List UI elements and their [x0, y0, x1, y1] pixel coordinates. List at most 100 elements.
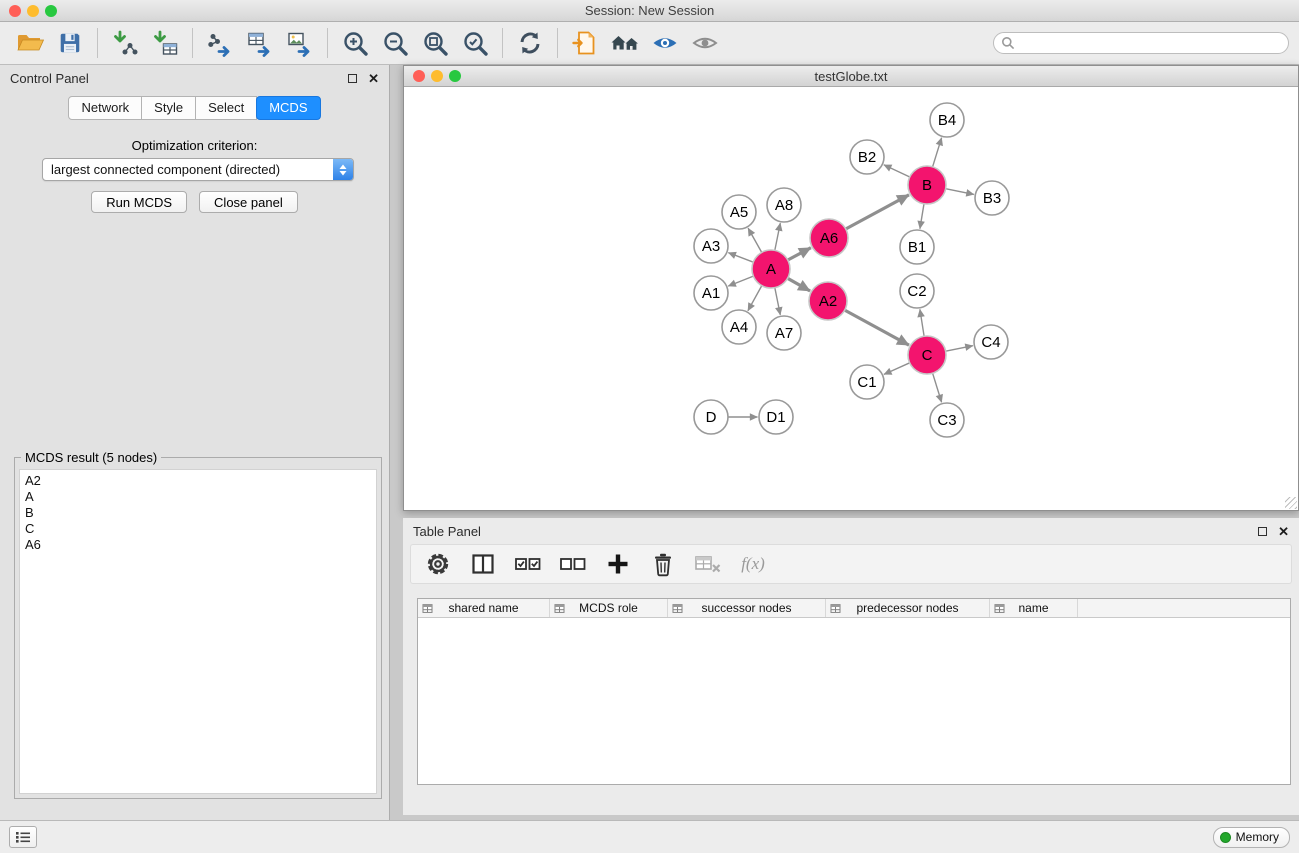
refresh-icon[interactable]	[510, 25, 550, 61]
float-panel-icon[interactable]	[348, 74, 357, 83]
run-mcds-button[interactable]: Run MCDS	[91, 191, 187, 213]
graph-node-C1[interactable]: C1	[850, 365, 884, 399]
graph-node-A2[interactable]: A2	[809, 282, 847, 320]
mcds-result-list[interactable]: A2ABCA6	[19, 469, 377, 794]
column-header-name[interactable]: name	[990, 599, 1078, 617]
column-header-predecessor-nodes[interactable]: predecessor nodes	[826, 599, 990, 617]
graph-node-C4[interactable]: C4	[974, 325, 1008, 359]
graph-edge-B-B2[interactable]	[884, 165, 910, 177]
task-history-button[interactable]	[9, 826, 37, 848]
mcds-result-item[interactable]: A2	[25, 473, 376, 489]
graph-node-C[interactable]: C	[908, 336, 946, 374]
function-builder-icon[interactable]: f(x)	[738, 549, 768, 579]
tab-network[interactable]: Network	[68, 96, 142, 120]
graph-edge-C-C2[interactable]	[920, 309, 924, 336]
column-header-shared-name[interactable]: shared name	[418, 599, 550, 617]
zoom-selected-icon[interactable]	[455, 25, 495, 61]
table-settings-icon[interactable]	[423, 549, 453, 579]
graph-node-A1[interactable]: A1	[694, 276, 728, 310]
mcds-result-item[interactable]: C	[25, 521, 376, 537]
graph-node-C2[interactable]: C2	[900, 274, 934, 308]
select-all-icon[interactable]	[513, 549, 543, 579]
graph-node-D1[interactable]: D1	[759, 400, 793, 434]
add-row-icon[interactable]	[603, 549, 633, 579]
graph-node-B1[interactable]: B1	[900, 230, 934, 264]
session-doc-icon[interactable]	[565, 25, 605, 61]
zoom-window-button[interactable]	[45, 5, 57, 17]
delete-rows-icon[interactable]	[648, 549, 678, 579]
graph-node-B3[interactable]: B3	[975, 181, 1009, 215]
graph-edge-C-C4[interactable]	[946, 346, 973, 352]
zoom-fit-icon[interactable]	[415, 25, 455, 61]
graph-node-A8[interactable]: A8	[767, 188, 801, 222]
graph-node-B2[interactable]: B2	[850, 140, 884, 174]
graph-edge-A-A8[interactable]	[775, 223, 781, 250]
graph-edge-A-A1[interactable]	[728, 276, 753, 286]
graphics-details-icon[interactable]	[645, 25, 685, 61]
import-table-icon[interactable]	[145, 25, 185, 61]
graph-edge-A2-C[interactable]	[845, 310, 909, 345]
delete-table-icon[interactable]	[693, 549, 723, 579]
memory-button[interactable]: Memory	[1213, 827, 1290, 848]
eye-icon[interactable]	[685, 25, 725, 61]
save-session-icon[interactable]	[50, 25, 90, 61]
search-input[interactable]	[993, 32, 1289, 54]
column-header-MCDS-role[interactable]: MCDS role	[550, 599, 668, 617]
close-panel-button[interactable]: Close panel	[199, 191, 298, 213]
graph-node-C3[interactable]: C3	[930, 403, 964, 437]
refresh-glyph	[516, 29, 544, 57]
export-table-icon[interactable]	[240, 25, 280, 61]
zoom-network-window-button[interactable]	[449, 70, 461, 82]
tab-select[interactable]: Select	[195, 96, 257, 120]
network-canvas[interactable]: B4 B2 B B3 A5 A8 A6 B1 A3 A C2 A1 A2 A4 A7 C C4 C1 C3 D D1	[404, 88, 1298, 510]
mcds-result-item[interactable]: A6	[25, 537, 376, 553]
graph-edge-A-A3[interactable]	[728, 253, 753, 263]
tab-mcds[interactable]: MCDS	[256, 96, 320, 120]
home-icon[interactable]	[605, 25, 645, 61]
tab-style[interactable]: Style	[141, 96, 196, 120]
graph-node-A5[interactable]: A5	[722, 195, 756, 229]
show-columns-icon[interactable]	[468, 549, 498, 579]
graph-node-A4[interactable]: A4	[722, 310, 756, 344]
graph-edge-A-A5[interactable]	[748, 228, 762, 252]
close-table-panel-icon[interactable]: ✕	[1278, 525, 1289, 538]
graph-node-B[interactable]: B	[908, 166, 946, 204]
export-network-icon[interactable]	[200, 25, 240, 61]
graph-node-A3[interactable]: A3	[694, 229, 728, 263]
minimize-network-window-button[interactable]	[431, 70, 443, 82]
graph-node-A[interactable]: A	[752, 250, 790, 288]
graph-edge-A-A7[interactable]	[775, 288, 781, 315]
zoom-in-icon[interactable]	[335, 25, 375, 61]
mcds-result-item[interactable]: A	[25, 489, 376, 505]
close-window-button[interactable]	[9, 5, 21, 17]
graph-node-D[interactable]: D	[694, 400, 728, 434]
resize-grip[interactable]	[1285, 497, 1297, 509]
mcds-result-item[interactable]: B	[25, 505, 376, 521]
column-header-successor-nodes[interactable]: successor nodes	[668, 599, 826, 617]
graph-node-A7[interactable]: A7	[767, 316, 801, 350]
graph-edge-B-B3[interactable]	[946, 189, 974, 195]
export-image-icon[interactable]	[280, 25, 320, 61]
optimization-dropdown[interactable]: largest connected component (directed)	[42, 158, 354, 181]
graph-edge-A-A6[interactable]	[788, 248, 811, 260]
import-network-icon[interactable]	[105, 25, 145, 61]
graph-edge-C-C3[interactable]	[933, 373, 942, 402]
graph-edge-B-B4[interactable]	[933, 138, 942, 167]
minimize-window-button[interactable]	[27, 5, 39, 17]
table-panel-header: Table Panel ✕	[403, 518, 1299, 544]
graph-edge-C-C1[interactable]	[884, 363, 910, 375]
graph-node-A6[interactable]: A6	[810, 219, 848, 257]
close-panel-icon[interactable]: ✕	[368, 72, 379, 85]
zoom-out-icon[interactable]	[375, 25, 415, 61]
close-network-window-button[interactable]	[413, 70, 425, 82]
graph-edge-B-B1[interactable]	[920, 204, 924, 229]
graph-edge-A-A4[interactable]	[748, 286, 762, 311]
deselect-all-icon[interactable]	[558, 549, 588, 579]
column-label: successor nodes	[701, 601, 791, 615]
graph-node-B4[interactable]: B4	[930, 103, 964, 137]
graph-edge-A6-B[interactable]	[846, 195, 909, 229]
graph-edge-A-A2[interactable]	[788, 278, 811, 291]
network-graph[interactable]: B4 B2 B B3 A5 A8 A6 B1 A3 A C2 A1 A2 A4 A7 C C4 C1 C3 D D1	[404, 88, 1298, 510]
float-table-panel-icon[interactable]	[1258, 527, 1267, 536]
open-folder-icon[interactable]	[10, 25, 50, 61]
